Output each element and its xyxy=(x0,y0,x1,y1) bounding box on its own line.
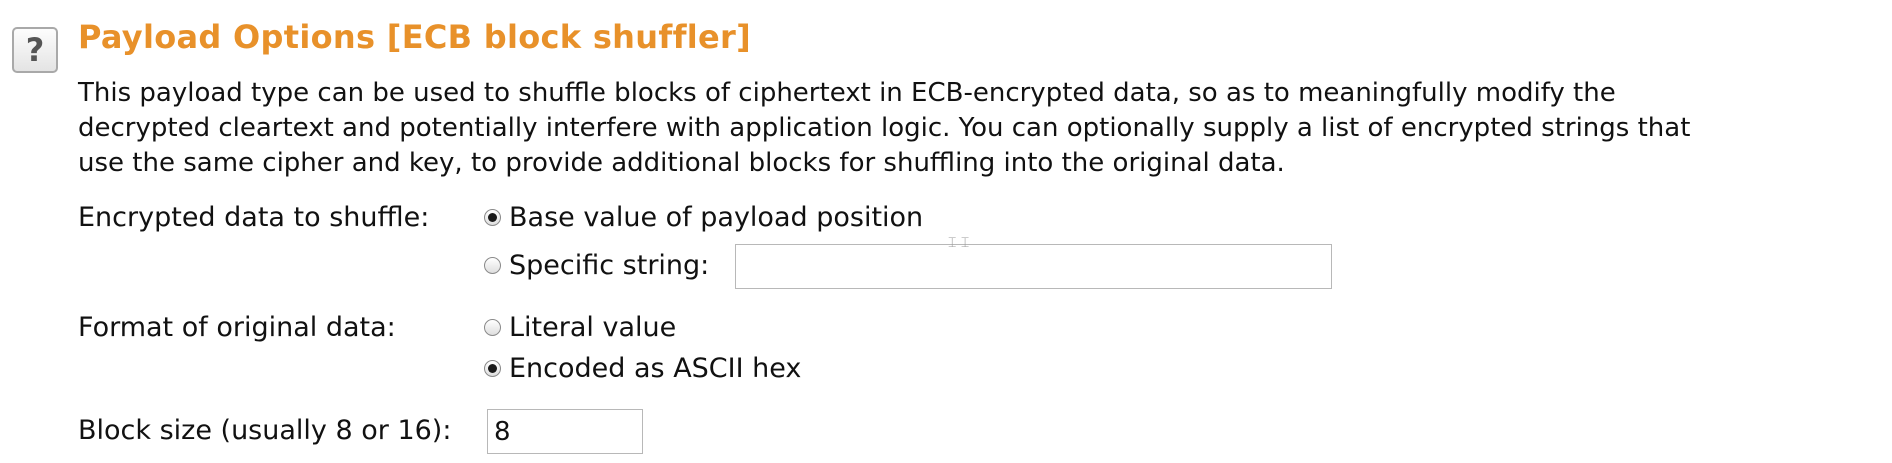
block-size-label: Block size (usually 8 or 16): xyxy=(78,415,452,446)
base-value-radio[interactable] xyxy=(484,209,501,226)
help-button[interactable]: ? xyxy=(12,27,58,73)
text-cursor-icon: ⌶ ⌶ xyxy=(948,235,970,251)
description-line: This payload type can be used to shuffle… xyxy=(78,78,1616,108)
description-line: decrypted cleartext and potentially inte… xyxy=(78,113,1691,143)
ascii-hex-radio-option[interactable]: Encoded as ASCII hex xyxy=(484,353,801,384)
format-label: Format of original data: xyxy=(78,312,396,343)
encrypted-data-label: Encrypted data to shuffle: xyxy=(78,202,430,233)
ascii-hex-radio-label: Encoded as ASCII hex xyxy=(509,353,802,384)
help-icon: ? xyxy=(25,31,45,69)
panel-description: This payload type can be used to shuffle… xyxy=(78,76,1878,181)
literal-value-radio-option[interactable]: Literal value xyxy=(484,312,676,343)
specific-string-input[interactable] xyxy=(735,244,1332,289)
specific-string-radio-label: Specific string: xyxy=(509,250,710,281)
description-line: use the same cipher and key, to provide … xyxy=(78,148,1285,178)
ascii-hex-radio[interactable] xyxy=(484,360,501,377)
base-value-radio-label: Base value of payload position xyxy=(509,202,924,233)
literal-value-radio[interactable] xyxy=(484,319,501,336)
block-size-input[interactable] xyxy=(487,409,643,454)
literal-value-radio-label: Literal value xyxy=(509,312,677,343)
base-value-radio-option[interactable]: Base value of payload position xyxy=(484,202,923,233)
specific-string-radio-option[interactable]: Specific string: xyxy=(484,250,709,281)
panel-title: Payload Options [ECB block shuffler] xyxy=(78,18,752,56)
specific-string-radio[interactable] xyxy=(484,257,501,274)
